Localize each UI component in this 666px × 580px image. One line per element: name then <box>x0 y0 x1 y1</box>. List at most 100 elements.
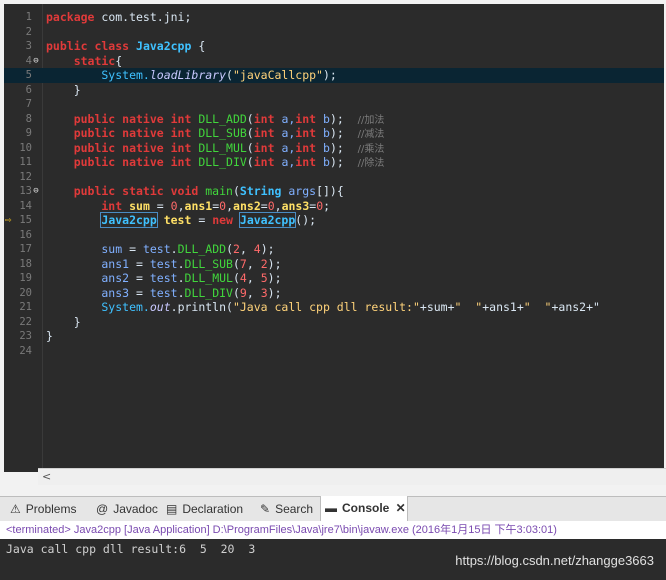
line-number: 7 <box>25 98 32 110</box>
code-line[interactable]: 13 ⊖ public static void main(String args[… <box>4 184 664 199</box>
code-token: package <box>46 10 102 24</box>
code-text: int sum = 0,ans1=0,ans2=0,ans3=0; <box>46 199 330 214</box>
code-token: ( <box>232 271 240 285</box>
code-line[interactable]: 12 <box>4 170 664 185</box>
code-token: int <box>295 140 323 155</box>
code-text: ans1 = test.DLL_SUB(7, 2); <box>46 256 281 272</box>
code-token: (); <box>295 213 317 227</box>
ide-window: 1 package com.test.jni; 2 3 public class Jav… <box>0 0 666 580</box>
bottom-view-tabs: ⚠ Problems @ Javadoc ▤ Declaration ✎ Search ▬ Con… <box>0 496 666 522</box>
code-editor[interactable]: 1 package com.test.jni; 2 3 public class Jav… <box>4 4 664 472</box>
line-number: 24 <box>19 344 32 357</box>
code-token: ( <box>246 111 254 126</box>
code-token: = <box>149 198 171 213</box>
code-token: int <box>253 155 282 169</box>
code-token: .println( <box>170 300 233 314</box>
code-line[interactable]: 24 <box>4 344 664 359</box>
code-token: } <box>46 82 81 97</box>
code-token: 7 <box>239 256 247 271</box>
code-token: "javaCallcpp" <box>232 68 323 82</box>
code-line[interactable]: 6 } <box>4 83 664 98</box>
code-token: b <box>323 155 330 169</box>
code-token: 5 <box>260 271 268 285</box>
line-number: 2 <box>25 25 32 38</box>
code-line[interactable]: 9 public native int DLL_SUB(int a,int b)… <box>4 126 664 141</box>
code-line[interactable]: 2 <box>4 25 664 40</box>
code-token: ( <box>246 155 254 169</box>
code-token: new <box>212 213 240 227</box>
code-token: DLL_DIV <box>198 155 247 169</box>
code-line[interactable]: 8 public native int DLL_ADD(int a,int b)… <box>4 112 664 127</box>
code-line[interactable]: 7 <box>4 97 664 112</box>
code-line[interactable]: 11 public native int DLL_DIV(int a,int b… <box>4 155 664 170</box>
code-token: +sum+ <box>419 300 455 314</box>
code-line[interactable]: 22 } <box>4 315 664 330</box>
tab-problems[interactable]: ⚠ Problems <box>6 497 86 521</box>
code-line[interactable]: 3 public class Java2cpp { <box>4 39 664 54</box>
line-number: 17 <box>19 243 32 255</box>
code-token: = <box>129 285 150 300</box>
console-output-panel[interactable]: Java call cpp dll result:6 5 20 3 https:… <box>0 539 666 580</box>
code-text: ans2 = test.DLL_MUL(4, 5); <box>46 271 281 286</box>
code-line[interactable]: 17 sum = test.DLL_ADD(2, 4); <box>4 242 664 257</box>
code-line[interactable]: 1 package com.test.jni; <box>4 10 664 25</box>
line-number: 10 <box>19 141 32 154</box>
code-token: ); <box>329 140 358 155</box>
code-token: 4 <box>253 242 261 256</box>
code-token: test <box>156 213 192 227</box>
line-number: 9 <box>25 127 32 139</box>
code-token: ( <box>226 68 233 82</box>
code-token: , <box>246 285 261 300</box>
scroll-left-arrow-icon[interactable]: < <box>42 469 51 485</box>
close-icon[interactable]: ✕ <box>392 501 406 515</box>
tab-javadoc[interactable]: @ Javadoc <box>92 497 158 521</box>
code-token: ans2 <box>233 198 261 213</box>
code-line[interactable]: 10 public native int DLL_MUL(int a,int b… <box>4 141 664 156</box>
code-line[interactable]: 23} <box>4 329 664 344</box>
code-text: } <box>46 83 81 98</box>
code-line[interactable]: 18 ans1 = test.DLL_SUB(7, 2); <box>4 257 664 272</box>
code-token: test <box>149 285 178 300</box>
code-text: sum = test.DLL_ADD(2, 4); <box>46 242 275 257</box>
code-token: ); <box>260 242 275 256</box>
code-token: []){ <box>316 184 344 198</box>
tab-declaration[interactable]: ▤ Declaration <box>162 497 252 521</box>
code-token: . <box>177 256 185 271</box>
code-token: out <box>149 300 171 314</box>
code-token: loadLibrary <box>149 68 227 82</box>
code-token: int <box>295 155 323 169</box>
code-token: public static void <box>46 184 206 198</box>
code-line[interactable]: 20 ans3 = test.DLL_DIV(9, 3); <box>4 286 664 301</box>
code-line[interactable]: 14 int sum = 0,ans1=0,ans2=0,ans3=0; <box>4 199 664 214</box>
code-token: public native int <box>46 126 199 140</box>
code-token: ( <box>246 126 254 140</box>
tab-console[interactable]: ▬ Console ✕ <box>320 496 408 521</box>
declaration-icon: ▤ <box>166 502 178 516</box>
line-number: 14 <box>19 199 32 212</box>
code-token: ( <box>226 242 233 256</box>
code-line[interactable]: 16 <box>4 228 664 243</box>
code-token: public native int <box>46 140 199 155</box>
code-token: ); <box>267 285 282 300</box>
code-line[interactable]: 5 System.loadLibrary("javaCallcpp"); <box>4 68 664 83</box>
code-token: DLL_ADD <box>177 242 227 256</box>
horizontal-scrollbar[interactable]: < <box>38 468 666 485</box>
fold-toggle-icon[interactable]: ⊖ <box>32 54 40 69</box>
line-number: 6 <box>25 83 32 96</box>
problems-icon: ⚠ <box>10 502 21 516</box>
tab-search[interactable]: ✎ Search <box>256 497 316 521</box>
code-line[interactable]: 19 ans2 = test.DLL_MUL(4, 5); <box>4 271 664 286</box>
code-token: test <box>142 242 171 256</box>
search-icon: ✎ <box>260 502 271 516</box>
code-line[interactable]: 15 ⇨ Java2cpp test = new Java2cpp(); <box>4 212 664 228</box>
code-token: //加法 <box>357 114 385 126</box>
watermark-text: https://blog.csdn.net/zhangge3663 <box>455 553 654 568</box>
code-token: a, <box>281 126 296 140</box>
code-token: , <box>274 198 282 213</box>
code-line[interactable]: 21 System.out.println("Java call cpp dll… <box>4 300 664 315</box>
code-token: , <box>246 271 261 285</box>
code-text: static{ <box>46 54 123 69</box>
code-line[interactable]: 4 ⊖ static{ <box>4 54 664 69</box>
fold-toggle-icon[interactable]: ⊖ <box>32 184 40 199</box>
